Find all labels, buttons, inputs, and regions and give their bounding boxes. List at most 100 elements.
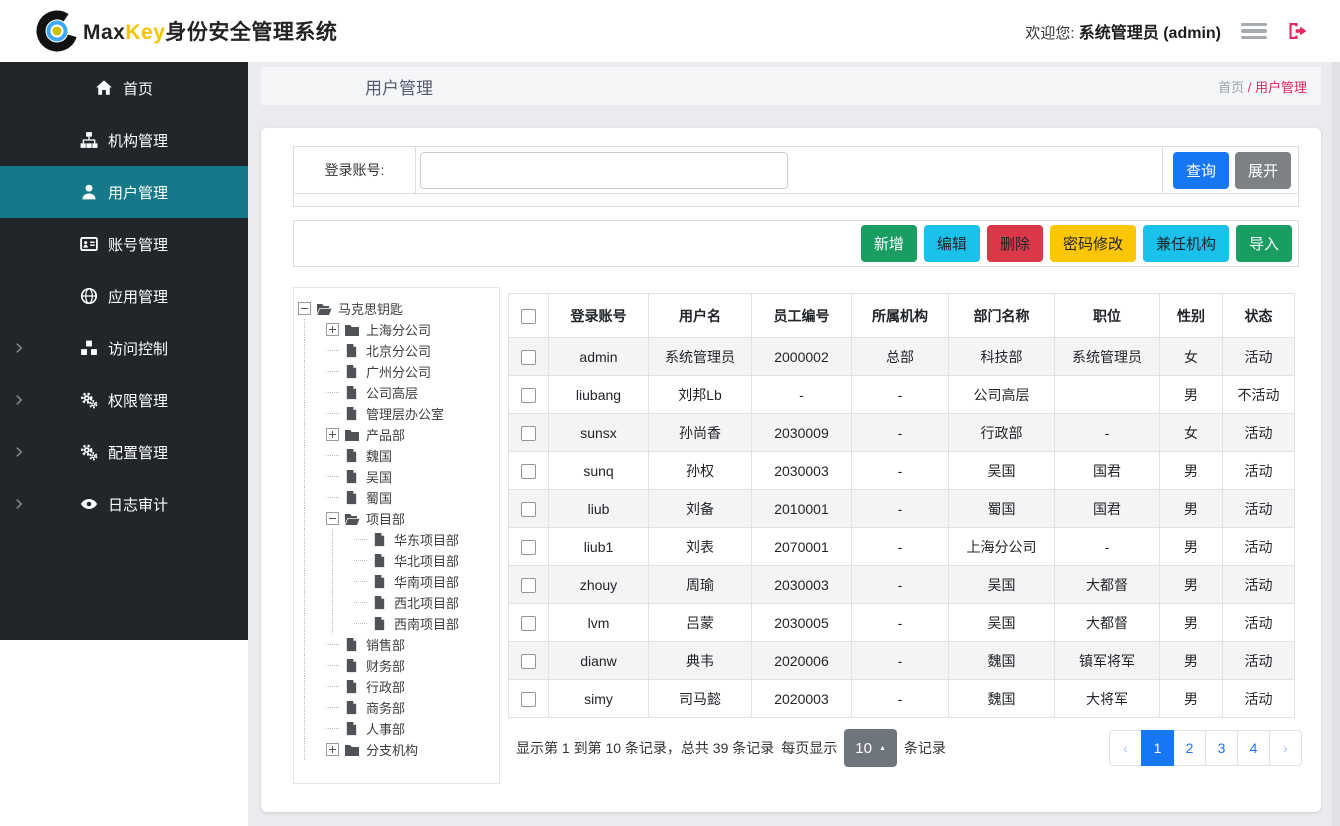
table-cell: 2030009 bbox=[752, 414, 852, 452]
table-cell: 男 bbox=[1160, 604, 1223, 642]
table-cell: 男 bbox=[1160, 452, 1223, 490]
sidebar-item-org[interactable]: 机构管理 bbox=[0, 114, 248, 166]
login-account-input[interactable] bbox=[420, 152, 788, 189]
app-root: MaxKey身份安全管理系统 欢迎您: 系统管理员 (admin) 首页机构管理… bbox=[0, 0, 1340, 826]
tree-indent bbox=[332, 592, 354, 613]
tree-node[interactable]: 马克思钥匙 bbox=[298, 298, 495, 319]
breadcrumb-separator: / bbox=[1248, 80, 1252, 95]
tree-node[interactable]: 上海分公司 bbox=[298, 319, 495, 340]
page-button-1[interactable]: 1 bbox=[1141, 730, 1174, 766]
page-prev-button[interactable]: ‹ bbox=[1109, 730, 1142, 766]
logout-icon[interactable] bbox=[1287, 21, 1308, 41]
tree-node[interactable]: 吴国 bbox=[298, 466, 495, 487]
edit-button[interactable]: 编辑 bbox=[924, 225, 980, 262]
table-cell: 刘表 bbox=[649, 528, 752, 566]
sidebar-item-account[interactable]: 账号管理 bbox=[0, 218, 248, 270]
tree-node[interactable]: 分支机构 bbox=[298, 739, 495, 760]
table-cell: - bbox=[852, 414, 949, 452]
sidebar-item-user[interactable]: 用户管理 bbox=[0, 166, 248, 218]
maxkey-logo-icon bbox=[36, 10, 78, 52]
select-all-checkbox[interactable] bbox=[521, 309, 536, 324]
table-row[interactable]: liub1刘表2070001-上海分公司-男活动 bbox=[509, 528, 1295, 566]
table-row[interactable]: simy司马懿2020003-魏国大将军男活动 bbox=[509, 680, 1295, 718]
query-button[interactable]: 查询 bbox=[1173, 152, 1229, 189]
collapse-minus-icon[interactable] bbox=[326, 512, 339, 525]
row-checkbox[interactable] bbox=[521, 616, 536, 631]
sidebar-item-label: 首页 bbox=[123, 78, 153, 99]
table-cell: - bbox=[852, 452, 949, 490]
change-password-button[interactable]: 密码修改 bbox=[1050, 225, 1136, 262]
scrollbar-track[interactable] bbox=[1332, 62, 1340, 826]
tree-node[interactable]: 华南项目部 bbox=[298, 571, 495, 592]
table-cell: 2030003 bbox=[752, 452, 852, 490]
sidebar-item-permission[interactable]: 权限管理 bbox=[0, 374, 248, 426]
table-cell: 活动 bbox=[1223, 338, 1295, 376]
table-row[interactable]: sunsx孙尚香2030009-行政部-女活动 bbox=[509, 414, 1295, 452]
delete-button[interactable]: 删除 bbox=[987, 225, 1043, 262]
collapse-minus-icon[interactable] bbox=[298, 302, 311, 315]
table-row[interactable]: liub刘备2010001-蜀国国君男活动 bbox=[509, 490, 1295, 528]
table-row[interactable]: dianw典韦2020006-魏国镇军将军男活动 bbox=[509, 642, 1295, 680]
tree-node[interactable]: 华东项目部 bbox=[298, 529, 495, 550]
table-cell: 2070001 bbox=[752, 528, 852, 566]
concurrent-org-button[interactable]: 兼任机构 bbox=[1143, 225, 1229, 262]
tree-node[interactable]: 魏国 bbox=[298, 445, 495, 466]
expand-button[interactable]: 展开 bbox=[1235, 152, 1291, 189]
tree-node[interactable]: 财务部 bbox=[298, 655, 495, 676]
tree-node[interactable]: 产品部 bbox=[298, 424, 495, 445]
tree-node[interactable]: 西北项目部 bbox=[298, 592, 495, 613]
table-cell: 大将军 bbox=[1055, 680, 1160, 718]
table-row[interactable]: sunq孙权2030003-吴国国君男活动 bbox=[509, 452, 1295, 490]
tree-node[interactable]: 广州分公司 bbox=[298, 361, 495, 382]
tree-node-label: 华北项目部 bbox=[394, 551, 459, 570]
tree-node[interactable]: 行政部 bbox=[298, 676, 495, 697]
tree-node[interactable]: 管理层办公室 bbox=[298, 403, 495, 424]
row-checkbox[interactable] bbox=[521, 540, 536, 555]
row-checkbox[interactable] bbox=[521, 350, 536, 365]
sidebar-item-access[interactable]: 访问控制 bbox=[0, 322, 248, 374]
row-checkbox[interactable] bbox=[521, 654, 536, 669]
page-button-4[interactable]: 4 bbox=[1237, 730, 1270, 766]
breadcrumb-home[interactable]: 首页 bbox=[1218, 80, 1244, 95]
tree-node[interactable]: 公司高层 bbox=[298, 382, 495, 403]
row-checkbox[interactable] bbox=[521, 578, 536, 593]
table-row[interactable]: admin系统管理员2000002总部科技部系统管理员女活动 bbox=[509, 338, 1295, 376]
row-checkbox[interactable] bbox=[521, 464, 536, 479]
sidebar-item-label: 用户管理 bbox=[108, 182, 168, 203]
table-row[interactable]: lvm吕蒙2030005-吴国大都督男活动 bbox=[509, 604, 1295, 642]
page-next-button[interactable]: › bbox=[1269, 730, 1302, 766]
table-cell: - bbox=[852, 680, 949, 718]
row-checkbox[interactable] bbox=[521, 502, 536, 517]
table-row[interactable]: liubang刘邦Lb--公司高层男不活动 bbox=[509, 376, 1295, 414]
table-cell: sunq bbox=[549, 452, 649, 490]
tree-node[interactable]: 项目部 bbox=[298, 508, 495, 529]
tree-node[interactable]: 人事部 bbox=[298, 718, 495, 739]
tree-node[interactable]: 销售部 bbox=[298, 634, 495, 655]
expand-plus-icon[interactable] bbox=[326, 323, 339, 336]
expand-plus-icon[interactable] bbox=[326, 743, 339, 756]
globe-icon bbox=[80, 287, 98, 305]
tree-node[interactable]: 蜀国 bbox=[298, 487, 495, 508]
tree-node[interactable]: 华北项目部 bbox=[298, 550, 495, 571]
page-button-2[interactable]: 2 bbox=[1173, 730, 1206, 766]
page-button-3[interactable]: 3 bbox=[1205, 730, 1238, 766]
expand-plus-icon[interactable] bbox=[326, 428, 339, 441]
sidebar-item-audit[interactable]: 日志审计 bbox=[0, 478, 248, 530]
table-cell: 孙权 bbox=[649, 452, 752, 490]
tree-node[interactable]: 商务部 bbox=[298, 697, 495, 718]
add-button[interactable]: 新增 bbox=[861, 225, 917, 262]
row-checkbox[interactable] bbox=[521, 426, 536, 441]
row-checkbox[interactable] bbox=[521, 388, 536, 403]
page-size-select[interactable]: 10 ▲ bbox=[844, 729, 897, 767]
tree-connector bbox=[354, 581, 367, 582]
sidebar-item-home[interactable]: 首页 bbox=[0, 62, 248, 114]
tree-node[interactable]: 北京分公司 bbox=[298, 340, 495, 361]
row-checkbox[interactable] bbox=[521, 692, 536, 707]
sidebar-item-app[interactable]: 应用管理 bbox=[0, 270, 248, 322]
sidebar-item-config[interactable]: 配置管理 bbox=[0, 426, 248, 478]
tree-node[interactable]: 西南项目部 bbox=[298, 613, 495, 634]
table-row[interactable]: zhouy周瑜2030003-吴国大都督男活动 bbox=[509, 566, 1295, 604]
import-button[interactable]: 导入 bbox=[1236, 225, 1292, 262]
menu-toggle-icon[interactable] bbox=[1241, 23, 1267, 40]
tree-node-label: 魏国 bbox=[366, 446, 392, 465]
